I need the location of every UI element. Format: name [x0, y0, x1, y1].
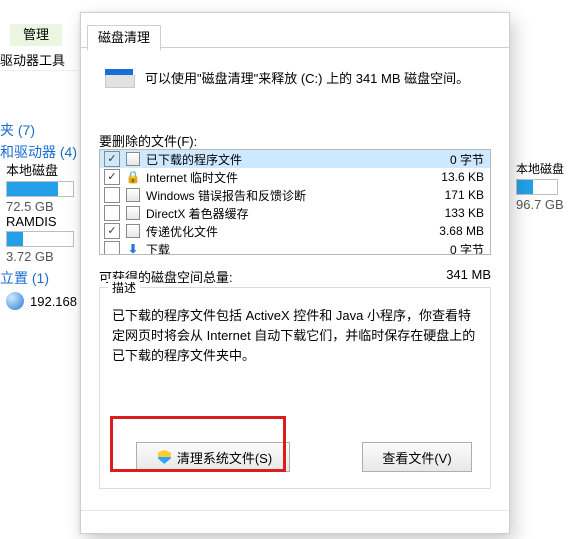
- file-row-checkbox[interactable]: [104, 205, 120, 221]
- file-icon: [126, 188, 140, 202]
- drive-item-ramdisk[interactable]: RAMDIS 3.72 GB: [6, 214, 74, 264]
- description-group: 描述 已下载的程序文件包括 ActiveX 控件和 Java 小程序，你查看特定…: [99, 287, 491, 489]
- intro-text: 可以使用"磁盘清理"来释放 (C:) 上的 341 MB 磁盘空间。: [145, 69, 487, 89]
- file-row-name: Internet 临时文件: [146, 169, 414, 186]
- lock-icon: 🔒: [126, 170, 140, 184]
- drive-size: 3.72 GB: [6, 249, 74, 264]
- files-to-delete-label: 要删除的文件(F):: [99, 131, 197, 150]
- shield-icon: [158, 450, 171, 464]
- files-to-delete-list[interactable]: ✓已下载的程序文件0 字节✓🔒Internet 临时文件13.6 KBWindo…: [99, 149, 491, 255]
- globe-icon: [6, 292, 24, 310]
- drive-label: 本地磁盘: [6, 160, 74, 179]
- reclaim-value: 341 MB: [411, 267, 491, 286]
- drive-item-right[interactable]: 本地磁盘 96.7 GB: [516, 160, 574, 212]
- dialog-footer-separator: [81, 510, 509, 511]
- disk-cleanup-dialog: 磁盘清理 可以使用"磁盘清理"来释放 (C:) 上的 341 MB 磁盘空间。 …: [80, 12, 510, 534]
- file-row-name: Windows 错误报告和反馈诊断: [146, 187, 414, 204]
- file-row-size: 3.68 MB: [414, 224, 484, 238]
- file-row-checkbox[interactable]: [104, 187, 120, 203]
- clean-system-files-button[interactable]: 清理系统文件(S): [136, 442, 290, 472]
- drive-item-local[interactable]: 本地磁盘 72.5 GB: [6, 160, 74, 214]
- file-row-checkbox[interactable]: [104, 241, 120, 255]
- file-row-name: DirectX 着色器缓存: [146, 205, 414, 222]
- file-row-size: 171 KB: [414, 188, 484, 202]
- category-locations: 立置 (1): [0, 268, 49, 288]
- file-icon: [126, 206, 140, 220]
- ribbon-separator: [0, 70, 78, 71]
- file-icon: [126, 152, 140, 166]
- drive-size: 96.7 GB: [516, 197, 574, 212]
- file-row-size: 13.6 KB: [414, 170, 484, 184]
- view-files-label: 查看文件(V): [382, 448, 451, 467]
- network-location-label: 192.168: [30, 294, 77, 309]
- file-row[interactable]: Windows 错误报告和反馈诊断171 KB: [100, 186, 490, 204]
- network-location[interactable]: 192.168: [6, 292, 77, 310]
- drive-usage-bar: [516, 179, 558, 195]
- download-icon: ⬇: [126, 242, 140, 255]
- file-row-checkbox[interactable]: ✓: [104, 151, 120, 167]
- drive-label: 本地磁盘: [516, 160, 574, 177]
- category-drives: 和驱动器 (4): [0, 138, 80, 162]
- file-row-checkbox[interactable]: ✓: [104, 169, 120, 185]
- file-row-name: 已下载的程序文件: [146, 151, 414, 168]
- file-row-checkbox[interactable]: ✓: [104, 223, 120, 239]
- ribbon-group-drive-tools: 驱动器工具: [0, 50, 78, 69]
- ribbon-tab-manage[interactable]: 管理: [10, 24, 62, 46]
- dialog-tab-cleanup[interactable]: 磁盘清理: [87, 25, 161, 51]
- file-row-name: 下载: [146, 241, 414, 256]
- view-files-button[interactable]: 查看文件(V): [362, 442, 472, 472]
- drive-usage-bar: [6, 231, 74, 247]
- reclaim-label: 可获得的磁盘空间总量:: [99, 267, 411, 286]
- file-row[interactable]: ✓ 已下载的程序文件0 字节: [100, 150, 490, 168]
- file-row[interactable]: DirectX 着色器缓存133 KB: [100, 204, 490, 222]
- file-row-size: 0 字节: [414, 241, 484, 256]
- file-row[interactable]: ⬇ 下载0 字节: [100, 240, 490, 255]
- clean-system-files-label: 清理系统文件(S): [177, 448, 272, 467]
- file-row[interactable]: ✓ 🔒 Internet 临时文件13.6 KB: [100, 168, 490, 186]
- drive-size: 72.5 GB: [6, 199, 74, 214]
- file-row-size: 0 字节: [414, 151, 484, 168]
- reclaim-row: 可获得的磁盘空间总量: 341 MB: [99, 267, 491, 286]
- description-text: 已下载的程序文件包括 ActiveX 控件和 Java 小程序，你查看特定网页时…: [112, 306, 478, 366]
- file-icon: [126, 224, 140, 238]
- drive-usage-bar: [6, 181, 74, 197]
- file-row-name: 传递优化文件: [146, 223, 414, 240]
- description-legend: 描述: [108, 279, 140, 296]
- category-folders: 夹 (7): [0, 116, 78, 140]
- file-row[interactable]: ✓ 传递优化文件3.68 MB: [100, 222, 490, 240]
- disk-cleanup-icon: [105, 69, 133, 89]
- drive-label: RAMDIS: [6, 214, 74, 229]
- file-row-size: 133 KB: [414, 206, 484, 220]
